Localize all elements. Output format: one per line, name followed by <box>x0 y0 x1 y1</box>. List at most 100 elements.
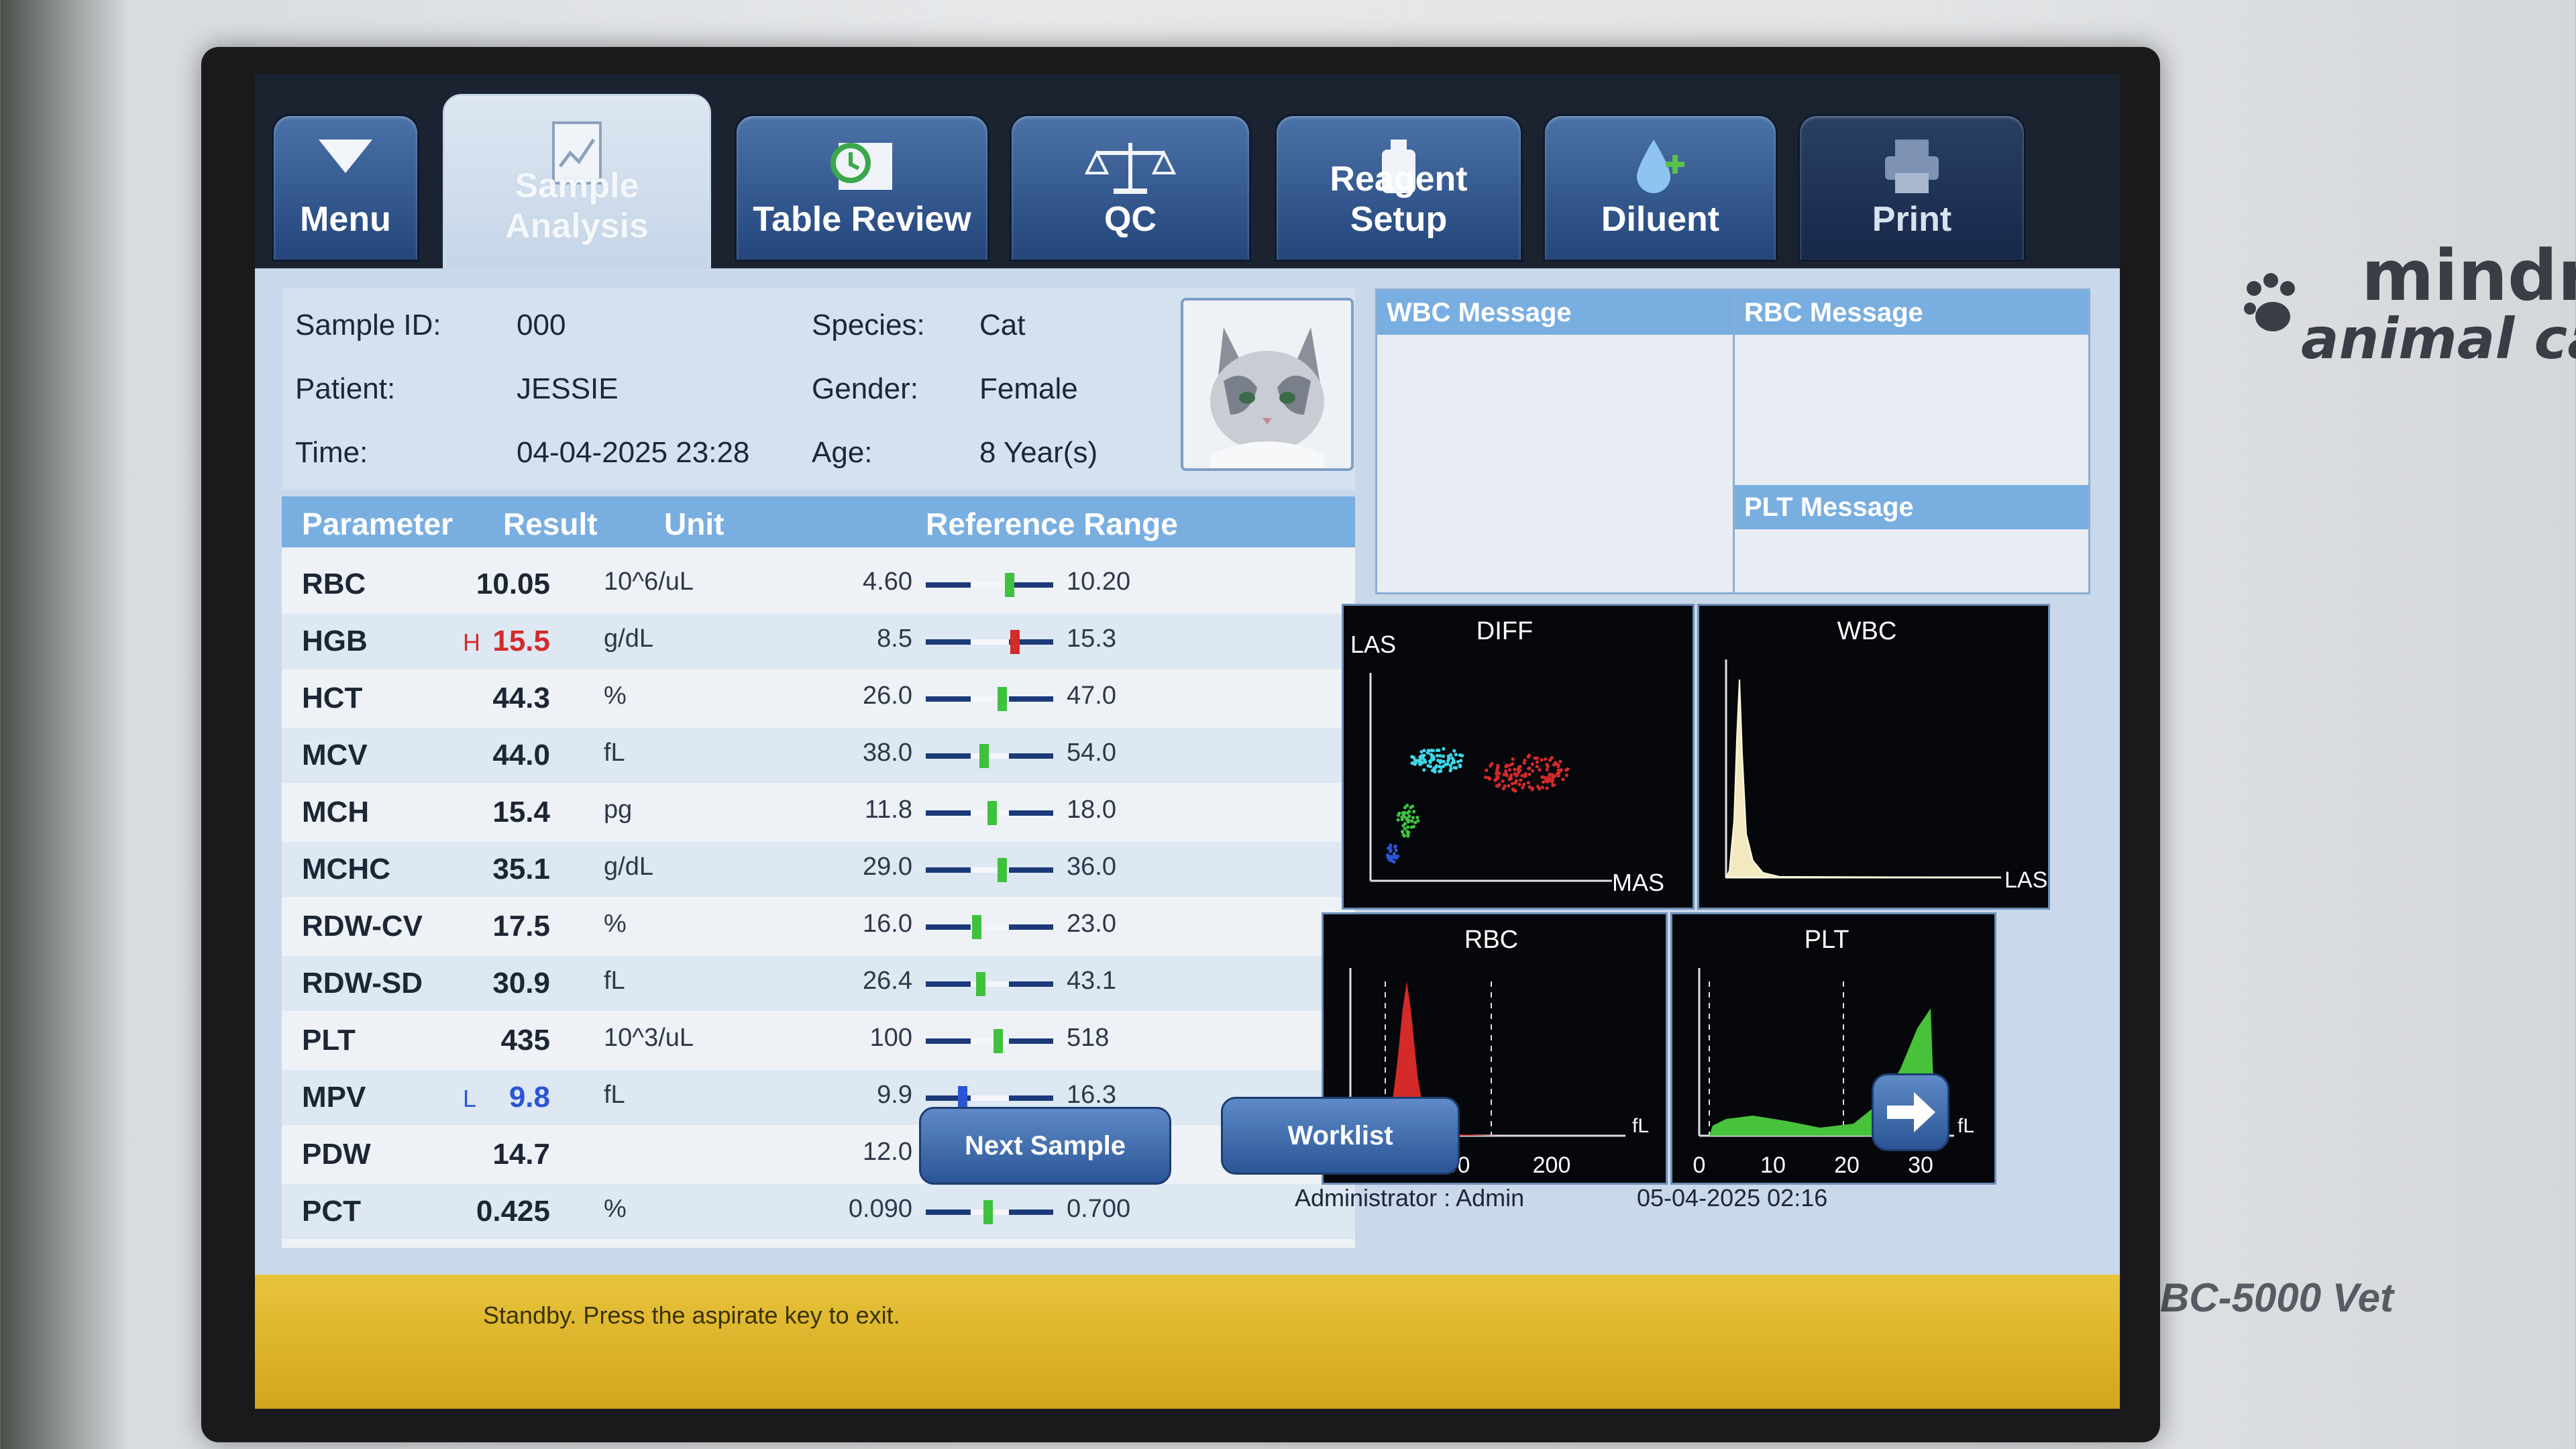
diff-dot <box>1442 759 1446 763</box>
range-high: 18.0 <box>1067 796 1116 824</box>
rbc-tick-200: 200 <box>1533 1152 1571 1178</box>
diff-y-label: LAS <box>1350 631 1396 658</box>
diff-dot <box>1458 753 1462 757</box>
diff-dot <box>1389 843 1393 847</box>
printer-icon <box>1885 140 1939 193</box>
table-row[interactable]: HCT 44.3% 26.0 47.0 <box>282 671 1355 726</box>
sample-id-value: 000 <box>517 309 566 341</box>
diff-dot <box>1405 829 1409 834</box>
tab-reagent-setup[interactable]: Reagent Setup <box>1275 114 1523 262</box>
diff-dot <box>1538 768 1542 772</box>
header-parameter: Parameter <box>302 506 453 541</box>
result-value: 9.8 <box>508 1081 550 1114</box>
range-high: 47.0 <box>1067 682 1116 710</box>
reference-range-bar <box>926 744 1053 768</box>
diff-dot <box>1530 762 1535 766</box>
diff-dot <box>1564 768 1568 772</box>
diff-dot <box>1511 787 1515 791</box>
diff-dot <box>1527 766 1532 770</box>
tab-table-review[interactable]: Table Review <box>735 114 989 262</box>
table-row[interactable]: MCV 44.0 fL 38.0 54.0 <box>282 728 1355 783</box>
next-sample-button[interactable]: Next Sample <box>919 1107 1171 1185</box>
sample-info: Sample ID: 000 Patient: JESSIE Time: 04-… <box>282 288 1355 490</box>
reference-range-bar <box>926 630 1053 654</box>
tab-menu[interactable]: Menu <box>272 114 419 262</box>
plt-unit: fL <box>1957 1115 1974 1137</box>
table-row[interactable]: MCH 15.4 pg 11.8 18.0 <box>282 785 1355 840</box>
diff-dot <box>1518 765 1522 769</box>
status-message: Standby. Press the aspirate key to exit. <box>483 1301 900 1329</box>
diff-dot <box>1400 815 1404 819</box>
wbc-histogram[interactable]: WBC LAS <box>1697 604 2050 910</box>
range-high: 518 <box>1067 1024 1110 1052</box>
diff-dot <box>1458 763 1462 767</box>
tab-sample-analysis[interactable]: Sample Analysis <box>443 94 711 268</box>
diff-dot <box>1403 826 1407 830</box>
table-row[interactable]: RDW-CV 17.5% 16.0 23.0 <box>282 899 1355 954</box>
reference-range-bar <box>926 858 1053 882</box>
range-low: 8.5 <box>877 625 912 653</box>
tab-diluent[interactable]: Diluent <box>1543 114 1778 262</box>
plt-title: PLT <box>1805 926 1849 954</box>
parameter-name: HGB <box>302 625 368 657</box>
diff-dot <box>1548 758 1552 762</box>
result-value: 10.05 <box>476 568 550 600</box>
diff-dot <box>1452 749 1456 753</box>
result-value: 17.5 <box>492 910 550 943</box>
diff-dot <box>1503 769 1508 773</box>
diff-dot <box>1484 775 1488 780</box>
table-row[interactable]: MPV L 9.8 fL 9.9 16.3 <box>282 1070 1355 1125</box>
parameter-name: RDW-CV <box>302 910 423 943</box>
table-row[interactable]: RBC 10.05 10^6/uL 4.60 10.20 <box>282 557 1355 612</box>
table-row[interactable]: RDW-SD 30.9 fL 26.4 43.1 <box>282 956 1355 1011</box>
diff-dot <box>1409 825 1413 829</box>
diff-dot <box>1422 768 1426 772</box>
cat-species-icon <box>1181 298 1354 471</box>
diff-dot <box>1428 760 1432 764</box>
diff-dot <box>1497 783 1501 787</box>
age-label: Age: <box>812 436 873 469</box>
result-marker <box>983 1200 994 1224</box>
table-row[interactable]: HGB H 15.5 g/dL 8.5 15.3 <box>282 614 1355 669</box>
parameter-name: PDW <box>302 1138 371 1171</box>
unit: % <box>604 1195 627 1223</box>
message-divider <box>1733 290 1735 592</box>
diff-dot <box>1544 757 1548 761</box>
diff-dot <box>1508 763 1512 767</box>
table-row[interactable]: PLT 435 10^3/uL 100 518 <box>282 1013 1355 1068</box>
diff-dot <box>1439 769 1443 773</box>
plt-histogram[interactable]: PLT 0 10 20 30 fL <box>1670 912 1996 1185</box>
range-low: 26.0 <box>863 682 912 710</box>
table-row[interactable]: PDW14.712.017.5 <box>282 1127 1355 1182</box>
parameter-table: Parameter Result Unit Reference Range RB… <box>282 496 1355 1248</box>
diff-dot <box>1449 767 1453 771</box>
result-marker <box>975 972 985 996</box>
result-value: 44.3 <box>492 682 550 714</box>
diff-dot <box>1541 780 1546 784</box>
gender-label: Gender: <box>812 372 918 405</box>
tab-qc[interactable]: QC <box>1010 114 1251 262</box>
tab-label: Menu <box>300 200 391 239</box>
table-row[interactable]: MCHC 35.1 g/dL 29.0 36.0 <box>282 842 1355 897</box>
table-row[interactable]: PCT 0.425% 0.090 0.700 <box>282 1184 1355 1239</box>
diff-dot <box>1511 757 1515 761</box>
diff-dot <box>1441 764 1446 768</box>
worklist-button[interactable]: Worklist <box>1221 1097 1460 1175</box>
header-unit: Unit <box>664 506 724 541</box>
diff-dot <box>1556 763 1560 767</box>
range-low: 26.4 <box>863 967 912 995</box>
result-value: 15.4 <box>492 796 550 828</box>
diff-dot <box>1507 784 1511 788</box>
diff-dot <box>1410 761 1414 765</box>
range-high: 23.0 <box>1067 910 1116 938</box>
diff-scattergram[interactable]: DIFF LAS MAS <box>1342 604 1695 910</box>
range-low: 9.9 <box>877 1081 912 1109</box>
next-page-button[interactable] <box>1872 1073 1949 1151</box>
tab-print[interactable]: Print <box>1798 114 2026 262</box>
diff-dot <box>1446 759 1450 763</box>
diff-dot <box>1454 753 1458 757</box>
diff-dot <box>1392 853 1396 857</box>
time-label: Time: <box>295 436 368 469</box>
parameter-name: MPV <box>302 1081 366 1114</box>
parameter-name: MCHC <box>302 853 390 885</box>
